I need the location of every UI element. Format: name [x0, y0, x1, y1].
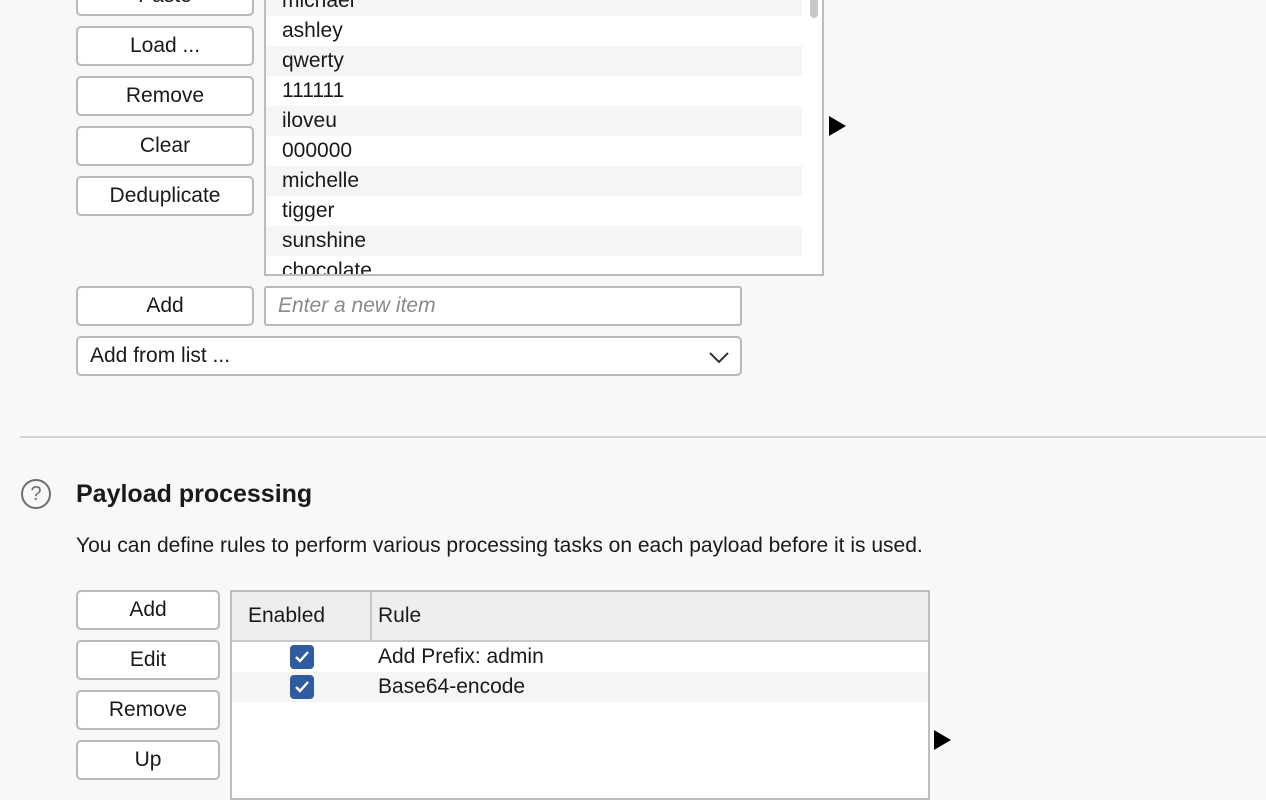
list-item[interactable]: 111111 — [266, 76, 802, 106]
rule-text: Base64-encode — [378, 675, 526, 698]
remove-rule-button[interactable]: Remove — [76, 690, 220, 730]
deduplicate-button[interactable]: Deduplicate — [76, 176, 254, 216]
list-item[interactable]: iloveu — [266, 106, 802, 136]
paste-button[interactable]: Paste — [76, 0, 254, 16]
table-row[interactable]: Add Prefix: admin — [232, 642, 928, 672]
add-item-button[interactable]: Add — [76, 286, 254, 326]
add-from-list-select[interactable]: Add from list ... — [76, 336, 742, 376]
section-title: Payload processing — [76, 480, 313, 508]
section-description: You can define rules to perform various … — [76, 534, 923, 557]
list-item[interactable]: 000000 — [266, 136, 802, 166]
new-item-input[interactable] — [264, 286, 742, 326]
list-item[interactable]: qwerty — [266, 46, 802, 76]
enabled-checkbox[interactable] — [290, 675, 314, 699]
triangle-right-icon[interactable] — [829, 116, 846, 136]
up-rule-button[interactable]: Up — [76, 740, 220, 780]
table-header: Enabled Rule — [232, 592, 928, 642]
list-item[interactable]: ashley — [266, 16, 802, 46]
list-item[interactable]: sunshine — [266, 226, 802, 256]
chevron-down-icon — [709, 352, 729, 364]
add-from-list-label: Add from list ... — [90, 344, 231, 367]
list-item[interactable]: michael — [266, 0, 802, 16]
help-circle-icon[interactable]: ? — [21, 479, 51, 509]
edit-rule-button[interactable]: Edit — [76, 640, 220, 680]
list-item[interactable]: tigger — [266, 196, 802, 226]
list-scrollbar[interactable] — [806, 0, 822, 274]
remove-button[interactable]: Remove — [76, 76, 254, 116]
triangle-right-icon[interactable] — [934, 730, 951, 750]
checkmark-icon — [295, 651, 309, 663]
table-row[interactable]: Base64-encode — [232, 672, 928, 702]
list-item[interactable]: michelle — [266, 166, 802, 196]
clear-button[interactable]: Clear — [76, 126, 254, 166]
add-rule-button[interactable]: Add — [76, 590, 220, 630]
enabled-checkbox[interactable] — [290, 645, 314, 669]
list-item[interactable]: chocolate — [266, 256, 802, 274]
rules-table[interactable]: Enabled Rule Add Prefix: admin Base64-en… — [230, 590, 930, 800]
rule-text: Add Prefix: admin — [378, 645, 544, 668]
column-header-rule[interactable]: Rule — [372, 592, 928, 640]
payload-listbox[interactable]: michael ashley qwerty 111111 iloveu 0000… — [264, 0, 824, 276]
checkmark-icon — [295, 681, 309, 693]
section-divider — [20, 436, 1266, 438]
load-button[interactable]: Load ... — [76, 26, 254, 66]
column-header-enabled[interactable]: Enabled — [232, 592, 372, 640]
payload-list-items: michael ashley qwerty 111111 iloveu 0000… — [266, 0, 806, 274]
list-scrollbar-thumb[interactable] — [810, 0, 818, 18]
